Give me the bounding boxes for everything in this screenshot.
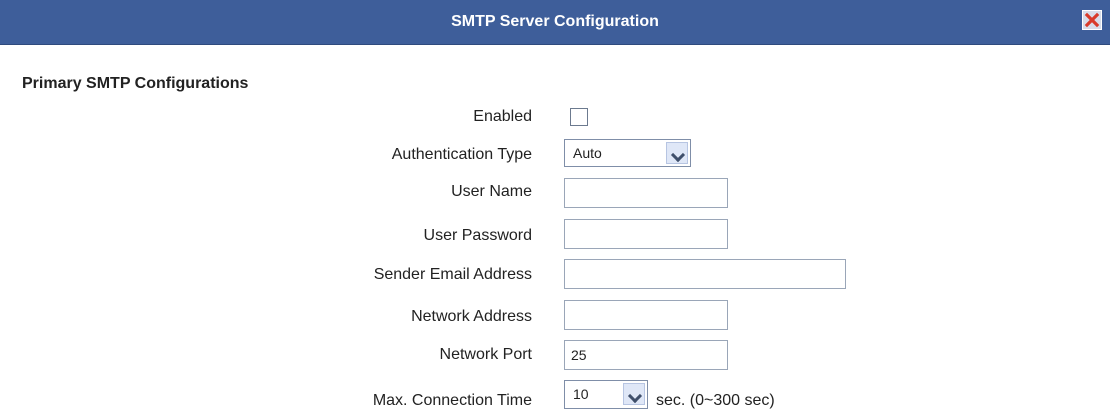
chevron-down-icon (623, 383, 645, 405)
user-password-label: User Password (423, 227, 532, 244)
user-password-input[interactable] (564, 219, 728, 249)
enabled-checkbox[interactable] (570, 108, 588, 126)
user-name-input[interactable] (564, 178, 728, 208)
dialog-title: SMTP Server Configuration (451, 13, 659, 30)
section-title: Primary SMTP Configurations (22, 75, 249, 92)
max-connection-time-value: 10 (573, 386, 589, 402)
chevron-down-icon (666, 142, 688, 164)
close-button[interactable] (1082, 10, 1102, 30)
sender-email-label: Sender Email Address (373, 266, 532, 283)
sender-email-input[interactable] (564, 259, 846, 289)
max-connection-time-label: Max. Connection Time (372, 392, 532, 409)
authentication-type-value: Auto (573, 145, 602, 161)
network-port-label: Network Port (439, 346, 532, 363)
network-port-input[interactable] (564, 340, 728, 370)
smtp-config-dialog: SMTP Server Configuration Primary SMTP C… (0, 0, 1110, 412)
dialog-titlebar: SMTP Server Configuration (0, 0, 1110, 45)
max-connection-time-select[interactable]: 10 (564, 380, 648, 409)
enabled-label: Enabled (473, 108, 532, 125)
close-icon (1084, 12, 1100, 28)
authentication-type-label: Authentication Type (391, 146, 532, 163)
authentication-type-select[interactable]: Auto (564, 139, 691, 167)
network-address-label: Network Address (411, 308, 532, 325)
user-name-label: User Name (451, 183, 532, 200)
network-address-input[interactable] (564, 300, 728, 330)
max-connection-time-suffix: sec. (0~300 sec) (656, 392, 775, 409)
